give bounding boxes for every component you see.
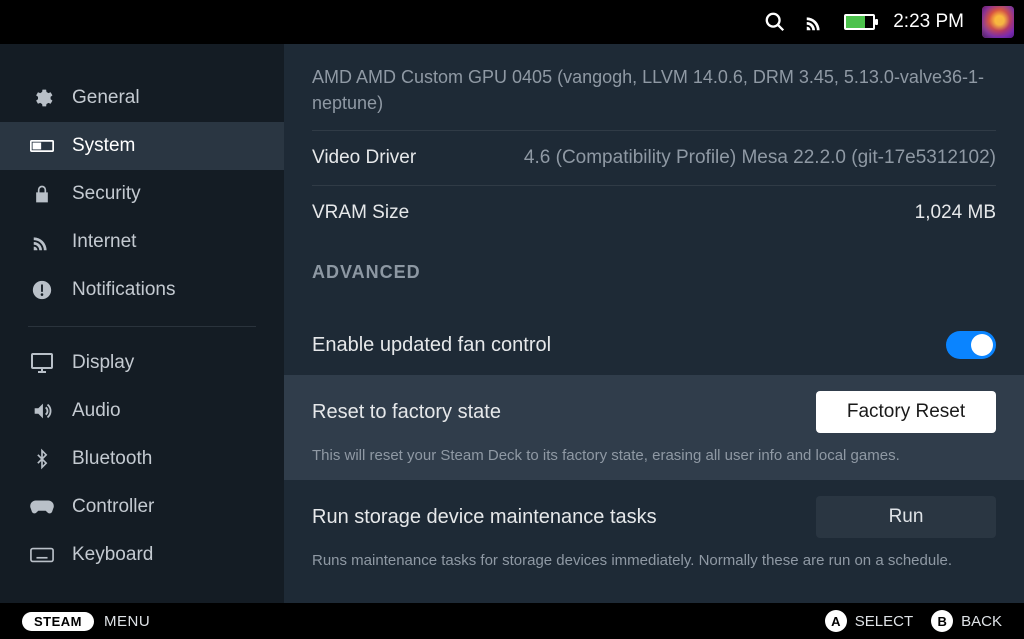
sidebar-item-bluetooth[interactable]: Bluetooth	[0, 435, 284, 483]
fan-control-row: Enable updated fan control	[284, 315, 1024, 375]
battery-icon	[844, 14, 875, 30]
steam-button[interactable]: STEAM	[22, 612, 94, 631]
footer-bar: STEAM MENU A SELECT B BACK	[0, 603, 1024, 639]
divider	[312, 130, 996, 131]
vram-label: VRAM Size	[312, 202, 409, 224]
vram-row: VRAM Size 1,024 MB	[312, 200, 996, 226]
vram-value: 1,024 MB	[449, 202, 996, 224]
gear-icon	[30, 86, 54, 110]
sidebar-item-label: Keyboard	[72, 544, 153, 566]
advanced-header: ADVANCED	[312, 262, 996, 283]
sidebar-item-label: Notifications	[72, 279, 176, 301]
avatar[interactable]	[982, 6, 1014, 38]
display-icon	[30, 351, 54, 375]
status-bar: 2:23 PM	[0, 0, 1024, 44]
a-button-icon: A	[825, 610, 847, 632]
storage-desc: Runs maintenance tasks for storage devic…	[312, 552, 996, 569]
video-driver-label: Video Driver	[312, 147, 416, 169]
sidebar-item-security[interactable]: Security	[0, 170, 284, 218]
sidebar-item-label: Controller	[72, 496, 154, 518]
sidebar-item-label: Internet	[72, 231, 136, 253]
clock: 2:23 PM	[893, 11, 964, 33]
sidebar-item-system[interactable]: System	[0, 122, 284, 170]
factory-reset-row[interactable]: Reset to factory state Factory Reset Thi…	[284, 375, 1024, 480]
sidebar-item-label: General	[72, 87, 140, 109]
factory-reset-button[interactable]: Factory Reset	[816, 391, 996, 433]
settings-sidebar: General System Security Internet Notific…	[0, 44, 284, 603]
system-icon	[30, 134, 54, 158]
storage-title: Run storage device maintenance tasks	[312, 506, 657, 529]
settings-panel: AMD AMD Custom GPU 0405 (vangogh, LLVM 1…	[284, 44, 1024, 603]
sidebar-item-label: Bluetooth	[72, 448, 152, 470]
sidebar-item-internet[interactable]: Internet	[0, 218, 284, 266]
sidebar-item-general[interactable]: General	[0, 74, 284, 122]
video-card-value: AMD AMD Custom GPU 0405 (vangogh, LLVM 1…	[312, 44, 996, 116]
bluetooth-icon	[30, 447, 54, 471]
controller-icon	[30, 495, 54, 519]
sidebar-item-notifications[interactable]: Notifications	[0, 266, 284, 314]
video-driver-value: 4.6 (Compatibility Profile) Mesa 22.2.0 …	[456, 147, 996, 169]
cast-icon[interactable]	[804, 11, 826, 33]
fan-control-label: Enable updated fan control	[312, 334, 551, 357]
sidebar-item-label: Security	[72, 183, 141, 205]
a-button-hint: A SELECT	[825, 610, 913, 632]
notifications-icon	[30, 278, 54, 302]
sidebar-item-keyboard[interactable]: Keyboard	[0, 531, 284, 579]
menu-label: MENU	[104, 613, 150, 630]
keyboard-icon	[30, 543, 54, 567]
sidebar-item-controller[interactable]: Controller	[0, 483, 284, 531]
b-button-hint: B BACK	[931, 610, 1002, 632]
b-button-icon: B	[931, 610, 953, 632]
storage-run-button[interactable]: Run	[816, 496, 996, 538]
audio-icon	[30, 399, 54, 423]
sidebar-divider	[28, 326, 256, 327]
sidebar-item-label: Display	[72, 352, 134, 374]
storage-maintenance-row: Run storage device maintenance tasks Run…	[284, 480, 1024, 585]
sidebar-item-audio[interactable]: Audio	[0, 387, 284, 435]
search-icon[interactable]	[764, 11, 786, 33]
sidebar-item-label: Audio	[72, 400, 121, 422]
wifi-icon	[30, 230, 54, 254]
video-driver-row: Video Driver 4.6 (Compatibility Profile)…	[312, 145, 996, 171]
lock-icon	[30, 182, 54, 206]
sidebar-item-label: System	[72, 135, 135, 157]
fan-control-toggle[interactable]	[946, 331, 996, 359]
factory-reset-title: Reset to factory state	[312, 401, 501, 424]
divider	[312, 185, 996, 186]
sidebar-item-display[interactable]: Display	[0, 339, 284, 387]
factory-reset-desc: This will reset your Steam Deck to its f…	[312, 447, 996, 464]
